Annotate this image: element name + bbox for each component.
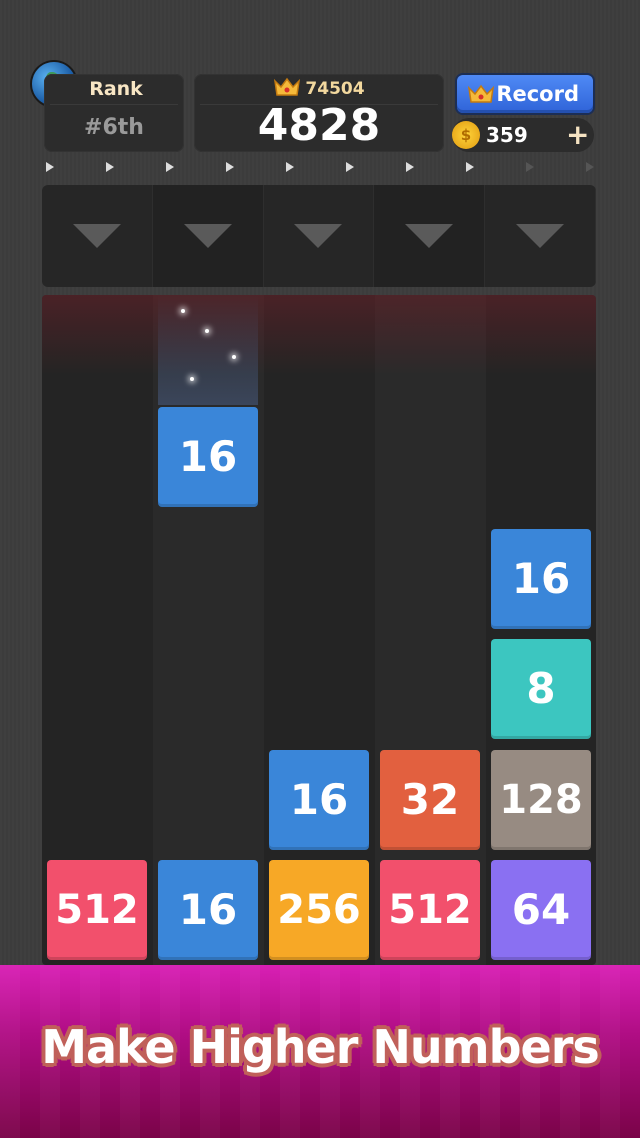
drop-column-1[interactable]: [42, 185, 153, 287]
tile: 16: [491, 528, 591, 629]
danger-zone: [42, 295, 596, 375]
drop-arrow-icon: [516, 224, 565, 248]
sparkle: [190, 377, 194, 381]
crown-icon: [467, 84, 495, 103]
record-label: Record: [496, 82, 579, 106]
progress-arrow-icon: [586, 162, 594, 172]
current-score: 4828: [257, 100, 381, 151]
drop-arrow-icon: [72, 224, 121, 248]
drop-zone: [42, 185, 596, 287]
drop-column-3[interactable]: [264, 185, 375, 287]
progress-arrow-icon: [526, 162, 534, 172]
tile: 16: [269, 749, 369, 850]
progress-arrow-icon: [166, 162, 174, 172]
sparkle: [181, 309, 185, 313]
progress-arrow-icon: [286, 162, 294, 172]
drop-trail: [158, 295, 258, 405]
crown-icon: [274, 77, 301, 96]
progress-arrow-icon: [106, 162, 114, 172]
drop-arrow-icon: [294, 224, 343, 248]
drop-column-5[interactable]: [485, 185, 596, 287]
drop-column-2[interactable]: [152, 185, 264, 287]
rank-value: #6th: [84, 115, 144, 140]
progress-arrow-icon: [346, 162, 354, 172]
rank-label: Rank: [89, 78, 143, 100]
tile: 16: [158, 860, 258, 960]
game-board[interactable]: 16 16 8 16 32 128 512 16 256 512 64: [42, 295, 596, 965]
next-progress-indicator: [42, 158, 598, 176]
tile: 512: [380, 860, 480, 960]
tile: 8: [491, 639, 591, 739]
tile: 32: [380, 749, 480, 850]
sparkle: [205, 329, 209, 333]
add-coins-button[interactable]: +: [566, 118, 589, 152]
record-button[interactable]: Record: [457, 75, 593, 113]
progress-arrow-icon: [406, 162, 414, 172]
drop-column-4[interactable]: [374, 185, 486, 287]
best-score-value: 74504: [305, 79, 365, 99]
falling-tile: 16: [158, 406, 258, 507]
tile: 512: [47, 860, 147, 960]
drop-arrow-icon: [183, 224, 232, 248]
tile: 64: [491, 860, 591, 960]
progress-arrow-icon: [466, 162, 474, 172]
progress-arrow-icon: [226, 162, 234, 172]
banner-text: Make Higher Numbers: [41, 1020, 600, 1074]
tile: 256: [269, 860, 369, 960]
drop-arrow-icon: [405, 224, 454, 248]
progress-arrow-icon: [46, 162, 54, 172]
coin-icon: $: [452, 121, 480, 149]
sparkle: [232, 355, 236, 359]
tile: 128: [491, 749, 591, 850]
